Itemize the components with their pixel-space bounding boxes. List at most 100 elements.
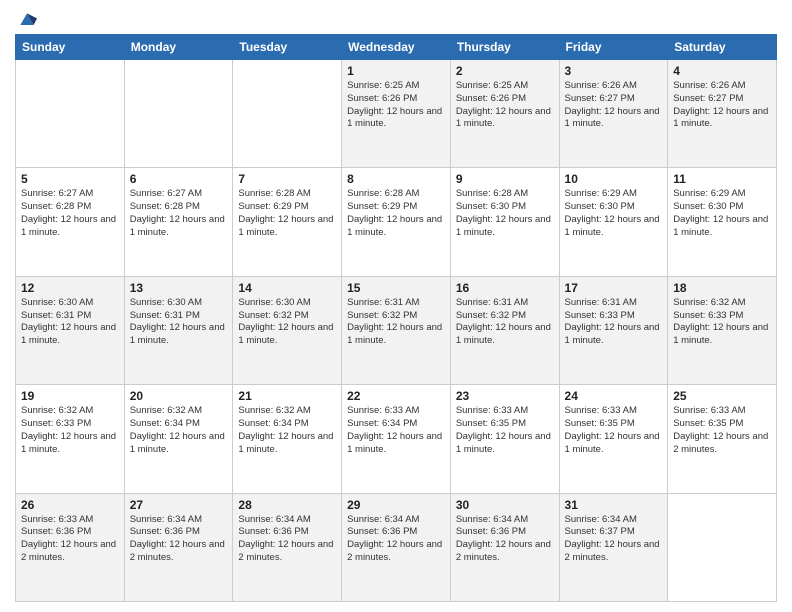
day-number: 21: [238, 389, 336, 403]
day-info: Sunrise: 6:25 AMSunset: 6:26 PMDaylight:…: [347, 80, 445, 131]
weekday-header-saturday: Saturday: [668, 35, 777, 60]
logo-icon: [17, 10, 37, 30]
day-info: Sunrise: 6:34 AMSunset: 6:36 PMDaylight:…: [130, 514, 228, 565]
calendar-cell: 11 Sunrise: 6:29 AMSunset: 6:30 PMDayligh…: [668, 168, 777, 276]
day-number: 31: [565, 498, 663, 512]
day-number: 18: [673, 281, 771, 295]
day-info: Sunrise: 6:33 AMSunset: 6:35 PMDaylight:…: [456, 405, 554, 456]
day-info: Sunrise: 6:28 AMSunset: 6:30 PMDaylight:…: [456, 188, 554, 239]
day-number: 26: [21, 498, 119, 512]
calendar-cell: 10 Sunrise: 6:29 AMSunset: 6:30 PMDayligh…: [559, 168, 668, 276]
day-number: 1: [347, 64, 445, 78]
day-info: Sunrise: 6:26 AMSunset: 6:27 PMDaylight:…: [673, 80, 771, 131]
day-number: 24: [565, 389, 663, 403]
day-number: 6: [130, 172, 228, 186]
calendar-cell: 1 Sunrise: 6:25 AMSunset: 6:26 PMDaylight…: [342, 60, 451, 168]
day-info: Sunrise: 6:33 AMSunset: 6:36 PMDaylight:…: [21, 514, 119, 565]
logo: [15, 14, 37, 26]
calendar-cell: 12Sunrise: 6:30 AMSunset: 6:31 PMDayligh…: [16, 276, 125, 384]
day-info: Sunrise: 6:34 AMSunset: 6:36 PMDaylight:…: [238, 514, 336, 565]
day-number: 9: [456, 172, 554, 186]
calendar-cell: 16 Sunrise: 6:31 AMSunset: 6:32 PMDayligh…: [450, 276, 559, 384]
day-info: Sunrise: 6:31 AMSunset: 6:33 PMDaylight:…: [565, 297, 663, 348]
weekday-header-wednesday: Wednesday: [342, 35, 451, 60]
day-number: 13: [130, 281, 228, 295]
calendar-cell: 17 Sunrise: 6:31 AMSunset: 6:33 PMDayligh…: [559, 276, 668, 384]
day-info: Sunrise: 6:32 AMSunset: 6:33 PMDaylight:…: [673, 297, 771, 348]
calendar-cell: 5Sunrise: 6:27 AMSunset: 6:28 PMDaylight…: [16, 168, 125, 276]
day-number: 15: [347, 281, 445, 295]
weekday-header-thursday: Thursday: [450, 35, 559, 60]
calendar-cell: [668, 493, 777, 601]
calendar-cell: 7Sunrise: 6:28 AMSunset: 6:29 PMDaylight…: [233, 168, 342, 276]
calendar-cell: [16, 60, 125, 168]
day-info: Sunrise: 6:33 AMSunset: 6:35 PMDaylight:…: [673, 405, 771, 456]
day-number: 20: [130, 389, 228, 403]
calendar-cell: 6Sunrise: 6:27 AMSunset: 6:28 PMDaylight…: [124, 168, 233, 276]
day-number: 3: [565, 64, 663, 78]
day-number: 27: [130, 498, 228, 512]
day-number: 30: [456, 498, 554, 512]
calendar-cell: 8 Sunrise: 6:28 AMSunset: 6:29 PMDaylight…: [342, 168, 451, 276]
day-number: 11: [673, 172, 771, 186]
calendar-cell: 13Sunrise: 6:30 AMSunset: 6:31 PMDayligh…: [124, 276, 233, 384]
week-row-3: 12Sunrise: 6:30 AMSunset: 6:31 PMDayligh…: [16, 276, 777, 384]
day-number: 19: [21, 389, 119, 403]
calendar-cell: 15 Sunrise: 6:31 AMSunset: 6:32 PMDayligh…: [342, 276, 451, 384]
day-number: 29: [347, 498, 445, 512]
day-info: Sunrise: 6:34 AMSunset: 6:36 PMDaylight:…: [456, 514, 554, 565]
day-number: 23: [456, 389, 554, 403]
day-info: Sunrise: 6:32 AMSunset: 6:33 PMDaylight:…: [21, 405, 119, 456]
day-number: 25: [673, 389, 771, 403]
weekday-header-tuesday: Tuesday: [233, 35, 342, 60]
calendar-cell: 30 Sunrise: 6:34 AMSunset: 6:36 PMDayligh…: [450, 493, 559, 601]
page: SundayMondayTuesdayWednesdayThursdayFrid…: [0, 0, 792, 612]
calendar-cell: 29 Sunrise: 6:34 AMSunset: 6:36 PMDayligh…: [342, 493, 451, 601]
day-info: Sunrise: 6:32 AMSunset: 6:34 PMDaylight:…: [130, 405, 228, 456]
calendar-cell: 26 Sunrise: 6:33 AMSunset: 6:36 PMDayligh…: [16, 493, 125, 601]
day-info: Sunrise: 6:28 AMSunset: 6:29 PMDaylight:…: [347, 188, 445, 239]
week-row-5: 26 Sunrise: 6:33 AMSunset: 6:36 PMDayligh…: [16, 493, 777, 601]
week-row-2: 5Sunrise: 6:27 AMSunset: 6:28 PMDaylight…: [16, 168, 777, 276]
week-row-4: 19 Sunrise: 6:32 AMSunset: 6:33 PMDayligh…: [16, 385, 777, 493]
calendar-cell: 19 Sunrise: 6:32 AMSunset: 6:33 PMDayligh…: [16, 385, 125, 493]
calendar-cell: [124, 60, 233, 168]
day-info: Sunrise: 6:29 AMSunset: 6:30 PMDaylight:…: [673, 188, 771, 239]
day-info: Sunrise: 6:30 AMSunset: 6:31 PMDaylight:…: [21, 297, 119, 348]
day-number: 10: [565, 172, 663, 186]
calendar-cell: 3 Sunrise: 6:26 AMSunset: 6:27 PMDaylight…: [559, 60, 668, 168]
day-info: Sunrise: 6:26 AMSunset: 6:27 PMDaylight:…: [565, 80, 663, 131]
day-info: Sunrise: 6:30 AMSunset: 6:32 PMDaylight:…: [238, 297, 336, 348]
week-row-1: 1 Sunrise: 6:25 AMSunset: 6:26 PMDaylight…: [16, 60, 777, 168]
day-number: 17: [565, 281, 663, 295]
calendar-cell: 31Sunrise: 6:34 AMSunset: 6:37 PMDayligh…: [559, 493, 668, 601]
day-info: Sunrise: 6:34 AMSunset: 6:36 PMDaylight:…: [347, 514, 445, 565]
calendar: SundayMondayTuesdayWednesdayThursdayFrid…: [15, 34, 777, 602]
day-info: Sunrise: 6:25 AMSunset: 6:26 PMDaylight:…: [456, 80, 554, 131]
calendar-cell: 4 Sunrise: 6:26 AMSunset: 6:27 PMDaylight…: [668, 60, 777, 168]
calendar-cell: 20 Sunrise: 6:32 AMSunset: 6:34 PMDayligh…: [124, 385, 233, 493]
calendar-cell: 21Sunrise: 6:32 AMSunset: 6:34 PMDayligh…: [233, 385, 342, 493]
day-number: 22: [347, 389, 445, 403]
day-number: 8: [347, 172, 445, 186]
calendar-body: 1 Sunrise: 6:25 AMSunset: 6:26 PMDaylight…: [16, 60, 777, 602]
day-number: 5: [21, 172, 119, 186]
calendar-cell: 25 Sunrise: 6:33 AMSunset: 6:35 PMDayligh…: [668, 385, 777, 493]
weekday-header-monday: Monday: [124, 35, 233, 60]
header: [15, 10, 777, 26]
day-info: Sunrise: 6:31 AMSunset: 6:32 PMDaylight:…: [456, 297, 554, 348]
day-number: 14: [238, 281, 336, 295]
calendar-cell: 22 Sunrise: 6:33 AMSunset: 6:34 PMDayligh…: [342, 385, 451, 493]
day-info: Sunrise: 6:33 AMSunset: 6:35 PMDaylight:…: [565, 405, 663, 456]
calendar-cell: 9 Sunrise: 6:28 AMSunset: 6:30 PMDaylight…: [450, 168, 559, 276]
calendar-cell: 14 Sunrise: 6:30 AMSunset: 6:32 PMDayligh…: [233, 276, 342, 384]
day-number: 16: [456, 281, 554, 295]
weekday-header-sunday: Sunday: [16, 35, 125, 60]
day-number: 2: [456, 64, 554, 78]
day-number: 28: [238, 498, 336, 512]
day-info: Sunrise: 6:31 AMSunset: 6:32 PMDaylight:…: [347, 297, 445, 348]
day-number: 4: [673, 64, 771, 78]
day-info: Sunrise: 6:33 AMSunset: 6:34 PMDaylight:…: [347, 405, 445, 456]
calendar-cell: [233, 60, 342, 168]
day-info: Sunrise: 6:29 AMSunset: 6:30 PMDaylight:…: [565, 188, 663, 239]
